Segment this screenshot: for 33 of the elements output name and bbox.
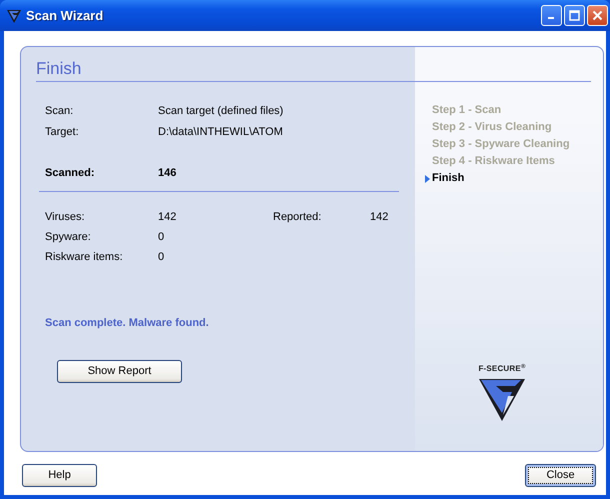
dialog-button[interactable]: Close [525,464,596,487]
step-label: Step 1 - Scan [432,103,502,118]
field-label: Reported: [273,210,322,225]
shield-logo-icon [479,379,525,421]
show-report-button[interactable]: Show Report [57,360,182,382]
logo-text: F-SECURE$^{®}$ [478,363,526,375]
maximize-button[interactable] [564,5,585,26]
step-label: Finish [432,171,464,186]
close-icon [592,10,603,21]
field-label: Viruses: [45,210,86,225]
status-message: Scan complete. Malware found. [45,316,210,331]
maximize-icon [569,10,580,21]
window-title: Scan Wizard [26,6,104,25]
field-value: Scan target (defined files) [158,104,284,120]
field-label: Riskware items: [45,250,124,265]
step-label: Step 4 - Riskware Items [432,154,555,170]
field-value: 0 [158,250,166,265]
minimize-button[interactable] [541,5,562,26]
app-logo-icon [6,8,22,24]
field-label: Scan: [45,104,74,120]
field-label: Scanned: [45,166,96,182]
field-value: 146 [158,166,176,182]
step-label: Step 2 - Virus Cleaning [432,120,552,136]
page-heading: Finish [36,59,591,82]
field-label: Spyware: [45,230,92,245]
field-value: 142 [370,210,388,225]
step-label: Step 3 - Spyware Cleaning [432,137,570,152]
dialog-button[interactable]: Help [22,464,97,487]
close-button[interactable] [587,5,608,26]
field-value: D:\data\INTHEWIL\ATOM [158,125,283,140]
field-label: Target: [45,125,80,140]
field-value: 142 [158,210,178,225]
field-value: 0 [158,230,166,245]
